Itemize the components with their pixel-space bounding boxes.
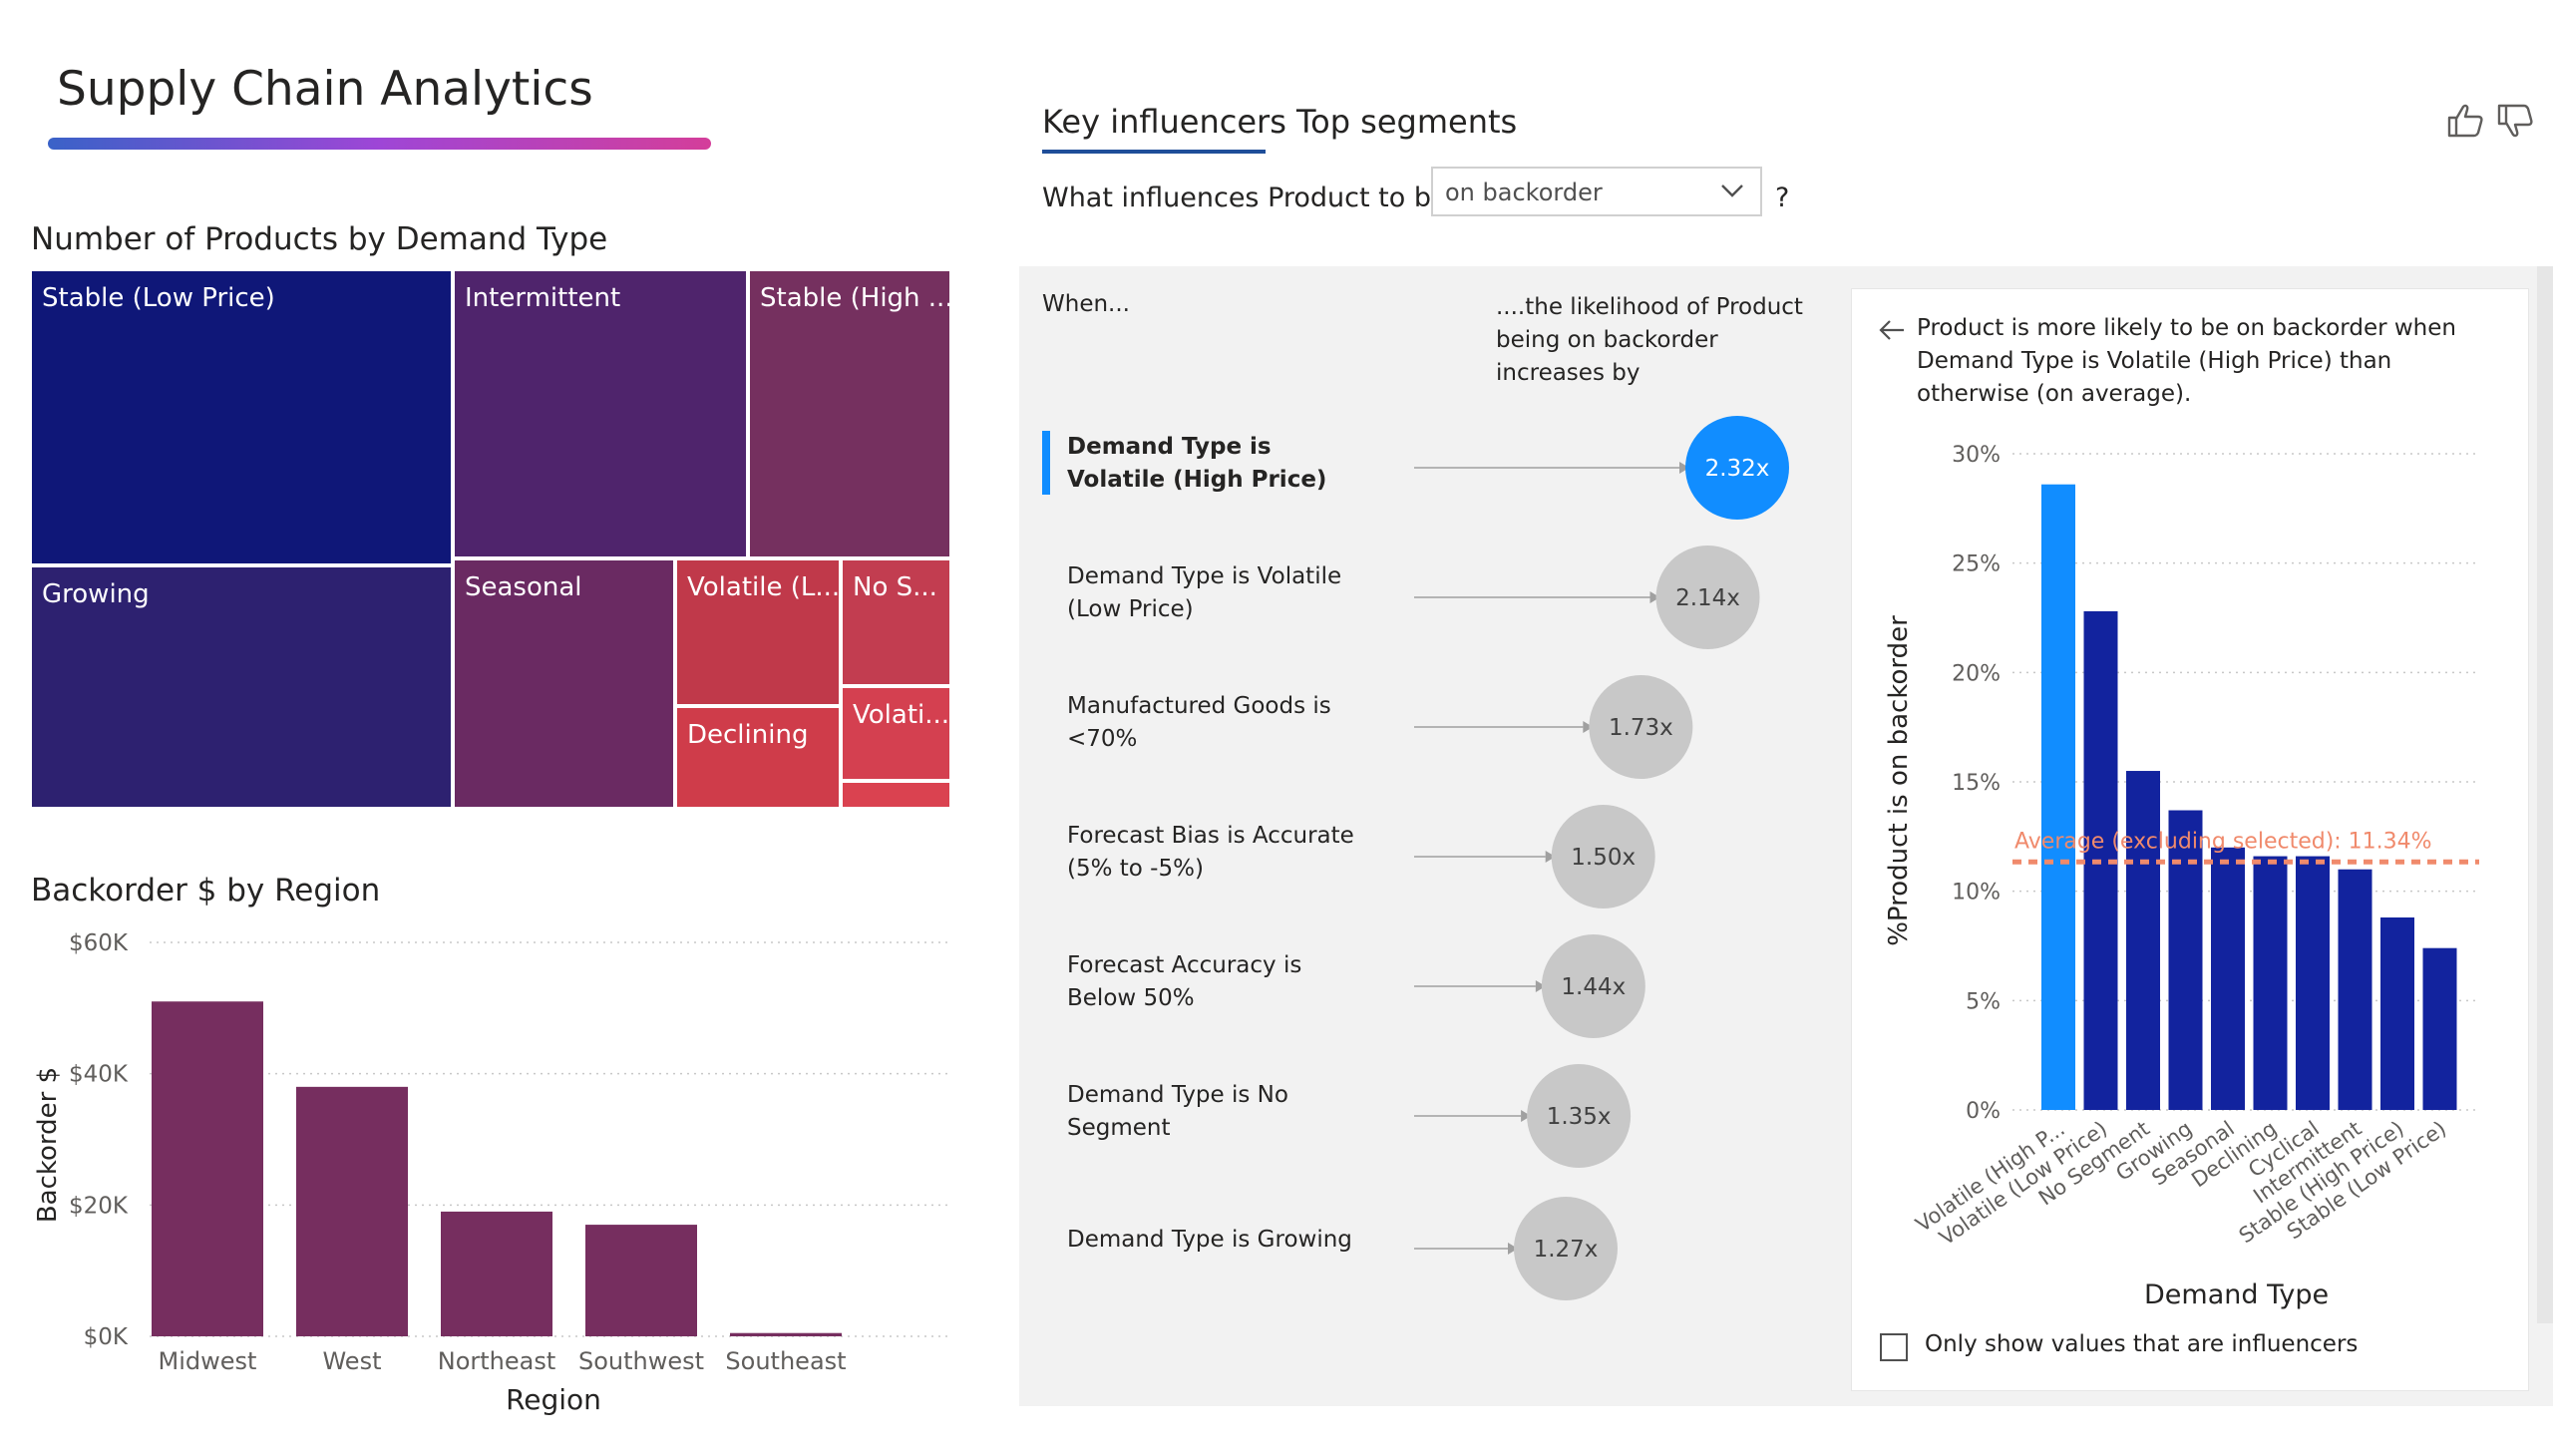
x-tick-label: Midwest [159, 1347, 257, 1375]
bar [296, 1086, 408, 1336]
influencer-label[interactable]: Demand Type is Growing [1067, 1224, 1366, 1257]
y-tick-label: 15% [1952, 771, 2001, 796]
influencers-only-checkbox[interactable] [1880, 1333, 1908, 1361]
tab-top-segments[interactable]: Top segments [1296, 103, 1517, 141]
likelihood-header: ....the likelihood of Product being on b… [1496, 294, 1803, 386]
bar [2211, 847, 2245, 1110]
influence-bubble-label: 1.27x [1534, 1237, 1599, 1263]
bar [2338, 869, 2372, 1110]
detail-description: Product is more likely to be on backorde… [1917, 315, 2456, 407]
selected-influencer-indicator [1042, 431, 1050, 495]
bar [2168, 810, 2203, 1110]
influencer-label[interactable]: Forecast Bias is Accurate (5% to -5%) [1067, 820, 1366, 886]
y-tick-label: $20K [69, 1193, 129, 1219]
y-axis-title: Backorder $ [33, 1067, 63, 1223]
y-tick-label: $0K [84, 1324, 129, 1350]
y-tick-label: 25% [1952, 552, 2001, 577]
bar [2296, 856, 2330, 1110]
influencer-bubbles: 2.32x 2.14x 1.73x 1.50x 1.44x 1.35x 1.27x [1414, 416, 1789, 1300]
bar [730, 1332, 842, 1336]
chevron-down-icon [1721, 184, 1743, 197]
treemap-tile-label: Declining [687, 720, 809, 750]
y-tick-label: 0% [1966, 1099, 2001, 1124]
active-tab-underline [1042, 150, 1266, 154]
x-tick-label: Southeast [725, 1347, 846, 1375]
influence-question: What influences Product to be [1042, 182, 1448, 213]
bar [152, 1001, 263, 1336]
treemap-tile[interactable]: Growing [30, 565, 453, 809]
title-accent-bar [48, 138, 711, 150]
x-tick-label: Southwest [578, 1347, 704, 1375]
influencer-label[interactable]: Demand Type is Volatile (Low Price) [1067, 560, 1366, 626]
back-arrow-icon[interactable] [1878, 317, 1906, 343]
influencer-label[interactable]: Manufactured Goods is <70% [1067, 690, 1366, 756]
when-header: When... [1042, 291, 1130, 317]
bar [2422, 947, 2457, 1110]
y-tick-label: 30% [1952, 443, 2001, 468]
treemap-tile-label: Stable (Low Price) [42, 283, 275, 313]
treemap-tile-label: Volati... [853, 700, 950, 730]
treemap-tile[interactable]: Volati... [841, 686, 951, 781]
bar [2041, 484, 2075, 1110]
bar [2126, 771, 2160, 1110]
outcome-dropdown[interactable]: on backorder [1431, 167, 1762, 216]
treemap-tile[interactable]: Seasonal [453, 558, 675, 809]
y-axis-title: %Product is on backorder [1884, 615, 1914, 946]
treemap[interactable]: Stable (Low Price) Intermittent Stable (… [30, 269, 951, 809]
influencer-label[interactable]: Demand Type is Volatile (High Price) [1067, 431, 1366, 497]
influencers-only-label: Only show values that are influencers [1925, 1331, 2359, 1357]
treemap-title: Number of Products by Demand Type [31, 221, 608, 257]
influencer-label[interactable]: Forecast Accuracy is Below 50% [1067, 949, 1366, 1015]
bar [585, 1225, 697, 1336]
influence-bubble-label: 1.35x [1547, 1104, 1612, 1130]
influence-bubble-label: 1.44x [1561, 974, 1626, 1000]
x-tick-label: Northeast [438, 1347, 556, 1375]
x-axis-title: Region [506, 1383, 601, 1416]
page-title: Supply Chain Analytics [57, 62, 593, 117]
question-mark: ? [1775, 182, 1790, 213]
treemap-tile[interactable]: Intermittent [453, 269, 748, 558]
tab-key-influencers[interactable]: Key influencers [1042, 103, 1286, 141]
y-tick-label: 20% [1952, 661, 2001, 686]
average-label: Average (excluding selected): 11.34% [2014, 829, 2432, 854]
treemap-tile-label: Seasonal [465, 572, 582, 602]
treemap-tile-label: Growing [42, 579, 150, 609]
bar [441, 1211, 552, 1336]
treemap-tile-label: No S... [853, 572, 937, 602]
influence-bubble-label: 2.14x [1675, 585, 1740, 611]
panel-scrollbar[interactable] [2537, 266, 2553, 1323]
backorder-chart-title: Backorder $ by Region [31, 873, 381, 909]
treemap-tile[interactable]: Stable (Low Price) [30, 269, 453, 565]
treemap-tile-label: Stable (High ... [760, 283, 951, 313]
treemap-tile[interactable]: Stable (High ... [748, 269, 951, 558]
treemap-tile[interactable] [841, 781, 951, 809]
detail-bar-chart: 0%5%10%15%20%25%30%Volatile (High P...Vo… [1884, 443, 2479, 1250]
bar [2253, 856, 2288, 1110]
treemap-tile-label: Intermittent [465, 283, 621, 313]
thumbs-up-icon[interactable] [2445, 103, 2485, 139]
outcome-dropdown-value: on backorder [1445, 179, 1603, 206]
treemap-tile[interactable]: Declining [675, 706, 841, 809]
y-tick-label: 10% [1952, 881, 2001, 906]
y-tick-label: 5% [1966, 989, 2001, 1014]
influencer-label[interactable]: Demand Type is No Segment [1067, 1079, 1366, 1145]
y-tick-label: $40K [69, 1062, 129, 1088]
influence-bubble-label: 2.32x [1705, 456, 1770, 482]
y-tick-label: $60K [69, 930, 129, 956]
detail-x-axis-title: Demand Type [2144, 1279, 2330, 1310]
treemap-tile[interactable]: No S... [841, 558, 951, 686]
influence-bubble-label: 1.73x [1609, 715, 1673, 741]
x-tick-label: West [322, 1347, 381, 1375]
treemap-tile-label: Volatile (L... [687, 572, 841, 602]
backorder-bar-chart: $0K $20K $40K $60K Midwest West Northeast South… [33, 930, 952, 1416]
treemap-tile[interactable]: Volatile (L... [675, 558, 841, 706]
bar [2380, 916, 2414, 1110]
influence-bubble-label: 1.50x [1571, 845, 1636, 871]
thumbs-down-icon[interactable] [2495, 103, 2535, 139]
